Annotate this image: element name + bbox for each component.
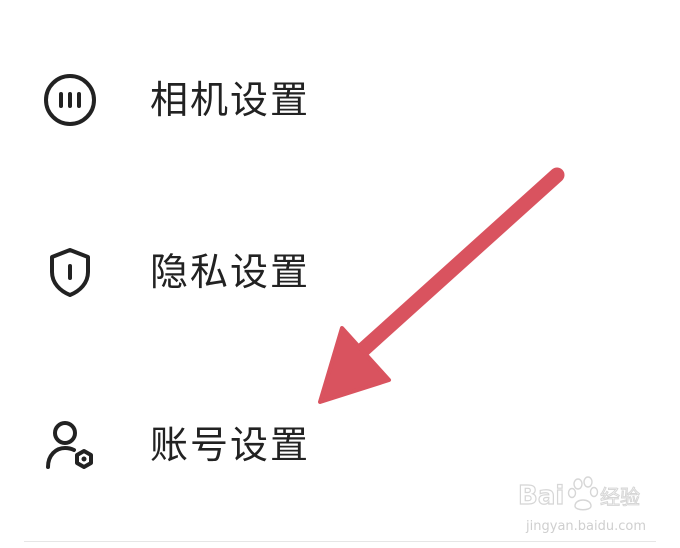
settings-list: 相机设置 隐私设置 账号设置 (0, 0, 680, 548)
settings-item-label: 相机设置 (150, 78, 311, 122)
baidu-paw-logo: Bai 经验 (518, 476, 641, 512)
watermark-url: jingyan.baidu.com (526, 519, 646, 534)
svg-text:经验: 经验 (600, 485, 640, 509)
watermark: Bai 经验 jingyan.baidu.com (518, 474, 648, 534)
settings-item-privacy[interactable]: 隐私设置 (0, 212, 680, 332)
camera-dots-icon (38, 68, 102, 132)
settings-item-camera[interactable]: 相机设置 (0, 40, 680, 160)
settings-item-label: 账号设置 (150, 423, 311, 467)
divider (24, 541, 656, 542)
shield-icon (38, 240, 102, 304)
user-settings-icon (38, 413, 102, 477)
svg-text:Bai: Bai (518, 481, 564, 511)
settings-item-label: 隐私设置 (150, 250, 311, 294)
